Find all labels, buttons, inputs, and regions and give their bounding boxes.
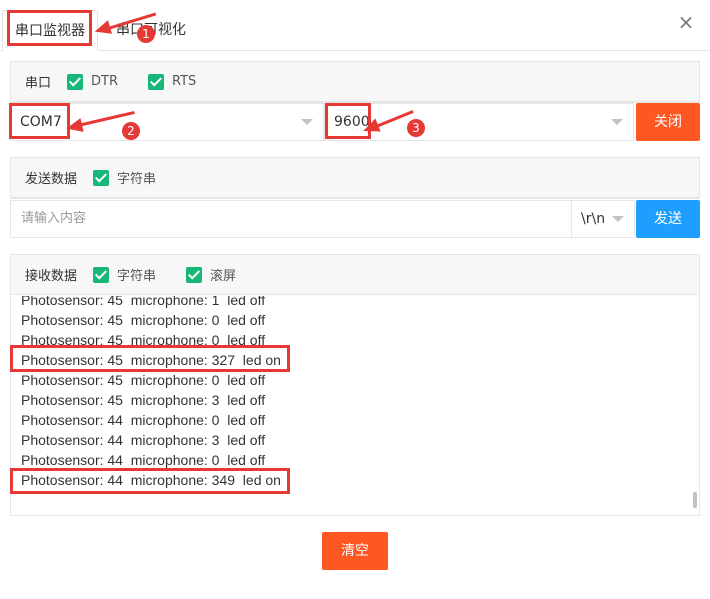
log-line: Photosensor: 44 microphone: 0 led off: [21, 452, 266, 468]
highlight-tab-box: [7, 10, 92, 46]
highlight-log-line-2: [10, 468, 290, 494]
checkbox-checked-icon: [67, 73, 84, 90]
send-string-checkbox[interactable]: 字符串: [93, 168, 156, 187]
log-line: Photosensor: 45 microphone: 0 led off: [21, 372, 266, 388]
rts-label: RTS: [172, 74, 197, 89]
rts-checkbox[interactable]: RTS: [148, 73, 197, 90]
checkbox-checked-icon: [93, 169, 110, 186]
serial-panel-header: 串口 DTR RTS: [11, 62, 699, 102]
receive-panel-title: 接收数据: [25, 269, 78, 284]
serial-panel-title: 串口: [25, 76, 52, 91]
chevron-down-icon: [612, 216, 624, 222]
receive-string-label: 字符串: [117, 269, 157, 284]
receive-string-checkbox[interactable]: 字符串: [93, 265, 156, 284]
receive-panel-header: 接收数据 字符串 滚屏: [11, 255, 699, 295]
annotation-badge-2: 2: [122, 122, 140, 140]
highlight-log-line-1: [10, 345, 290, 372]
serial-panel: 串口 DTR RTS: [10, 61, 700, 103]
annotation-badge-1: 1: [137, 25, 155, 43]
annotation-badge-3: 3: [407, 119, 425, 137]
dtr-label: DTR: [91, 74, 118, 89]
autoscroll-label: 滚屏: [210, 269, 237, 284]
log-line: Photosensor: 45 microphone: 3 led off: [21, 392, 266, 408]
chevron-down-icon: [611, 119, 623, 125]
send-string-label: 字符串: [117, 172, 157, 187]
send-panel-header: 发送数据 字符串: [11, 158, 699, 198]
send-input[interactable]: 请输入内容: [10, 200, 572, 238]
send-button[interactable]: 发送: [636, 200, 700, 238]
checkbox-checked-icon: [93, 266, 110, 283]
checkbox-checked-icon: [148, 73, 164, 90]
send-panel-title: 发送数据: [25, 172, 78, 187]
close-port-button[interactable]: 关闭: [636, 103, 700, 141]
autoscroll-checkbox[interactable]: 滚屏: [186, 265, 236, 284]
clear-button[interactable]: 清空: [322, 532, 388, 570]
log-line: Photosensor: 44 microphone: 0 led off: [21, 412, 266, 428]
send-input-placeholder: 请输入内容: [21, 211, 87, 226]
log-line: Photosensor: 45 microphone: 0 led off: [21, 312, 266, 328]
line-ending-select[interactable]: \r\n: [571, 200, 635, 238]
highlight-port-box: [9, 103, 70, 139]
log-scrollbar[interactable]: [693, 492, 697, 508]
line-ending-value: \r\n: [581, 211, 606, 227]
chevron-down-icon: [301, 119, 313, 125]
checkbox-checked-icon: [186, 266, 203, 283]
dtr-checkbox[interactable]: DTR: [67, 73, 118, 90]
send-panel: 发送数据 字符串: [10, 157, 700, 199]
log-line: Photosensor: 45 microphone: 1 led off: [21, 296, 266, 308]
close-icon[interactable]: ×: [676, 12, 696, 32]
log-line: Photosensor: 44 microphone: 3 led off: [21, 432, 266, 448]
